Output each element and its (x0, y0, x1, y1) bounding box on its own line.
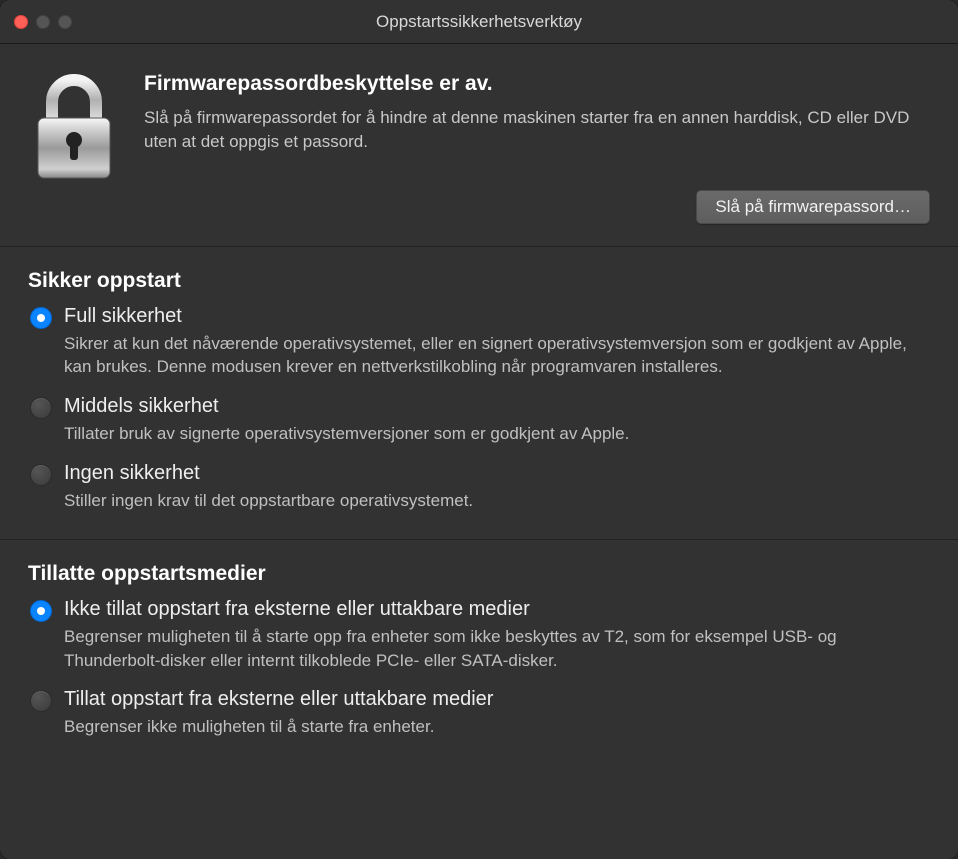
radio-content: Ikke tillat oppstart fra eksterne eller … (64, 598, 930, 673)
radio-content: Ingen sikkerhet Stiller ingen krav til d… (64, 462, 930, 513)
radio-input[interactable] (30, 600, 52, 622)
radio-input[interactable] (30, 397, 52, 419)
radio-input[interactable] (30, 464, 52, 486)
window: Oppstartssikkerhetsverktøy (0, 0, 958, 859)
radio-label: Middels sikkerhet (64, 395, 930, 418)
close-button[interactable] (14, 15, 28, 29)
radio-description: Stiller ingen krav til det oppstartbare … (64, 489, 930, 513)
lock-icon (28, 72, 120, 182)
minimize-button[interactable] (36, 15, 50, 29)
radio-description: Tillater bruk av signerte operativsystem… (64, 422, 930, 446)
traffic-lights (14, 15, 72, 29)
radio-label: Full sikkerhet (64, 305, 930, 328)
boot-media-option-allow[interactable]: Tillat oppstart fra eksterne eller uttak… (28, 688, 930, 739)
radio-content: Tillat oppstart fra eksterne eller uttak… (64, 688, 930, 739)
content: Firmwarepassordbeskyttelse er av. Slå på… (0, 44, 958, 859)
boot-media-heading: Tillatte oppstartsmedier (28, 562, 930, 586)
boot-media-option-disallow[interactable]: Ikke tillat oppstart fra eksterne eller … (28, 598, 930, 673)
boot-media-section: Tillatte oppstartsmedier Ikke tillat opp… (0, 540, 958, 765)
firmware-description: Slå på firmwarepassordet for å hindre at… (144, 106, 930, 154)
enable-firmware-password-button[interactable]: Slå på firmwarepassord… (696, 190, 930, 224)
radio-content: Middels sikkerhet Tillater bruk av signe… (64, 395, 930, 446)
firmware-section: Firmwarepassordbeskyttelse er av. Slå på… (0, 44, 958, 247)
firmware-text: Firmwarepassordbeskyttelse er av. Slå på… (144, 72, 930, 224)
radio-description: Begrenser ikke muligheten til å starte f… (64, 715, 930, 739)
radio-label: Tillat oppstart fra eksterne eller uttak… (64, 688, 930, 711)
window-title: Oppstartssikkerhetsverktøy (14, 12, 944, 32)
radio-input[interactable] (30, 690, 52, 712)
secure-boot-option-medium[interactable]: Middels sikkerhet Tillater bruk av signe… (28, 395, 930, 446)
secure-boot-option-none[interactable]: Ingen sikkerhet Stiller ingen krav til d… (28, 462, 930, 513)
firmware-button-row: Slå på firmwarepassord… (144, 190, 930, 224)
titlebar: Oppstartssikkerhetsverktøy (0, 0, 958, 44)
radio-description: Sikrer at kun det nåværende operativsyst… (64, 332, 930, 380)
secure-boot-option-full[interactable]: Full sikkerhet Sikrer at kun det nåværen… (28, 305, 930, 380)
radio-label: Ingen sikkerhet (64, 462, 930, 485)
secure-boot-heading: Sikker oppstart (28, 269, 930, 293)
radio-description: Begrenser muligheten til å starte opp fr… (64, 625, 930, 673)
zoom-button[interactable] (58, 15, 72, 29)
firmware-heading: Firmwarepassordbeskyttelse er av. (144, 72, 930, 96)
radio-input[interactable] (30, 307, 52, 329)
secure-boot-section: Sikker oppstart Full sikkerhet Sikrer at… (0, 247, 958, 540)
radio-content: Full sikkerhet Sikrer at kun det nåværen… (64, 305, 930, 380)
radio-label: Ikke tillat oppstart fra eksterne eller … (64, 598, 930, 621)
